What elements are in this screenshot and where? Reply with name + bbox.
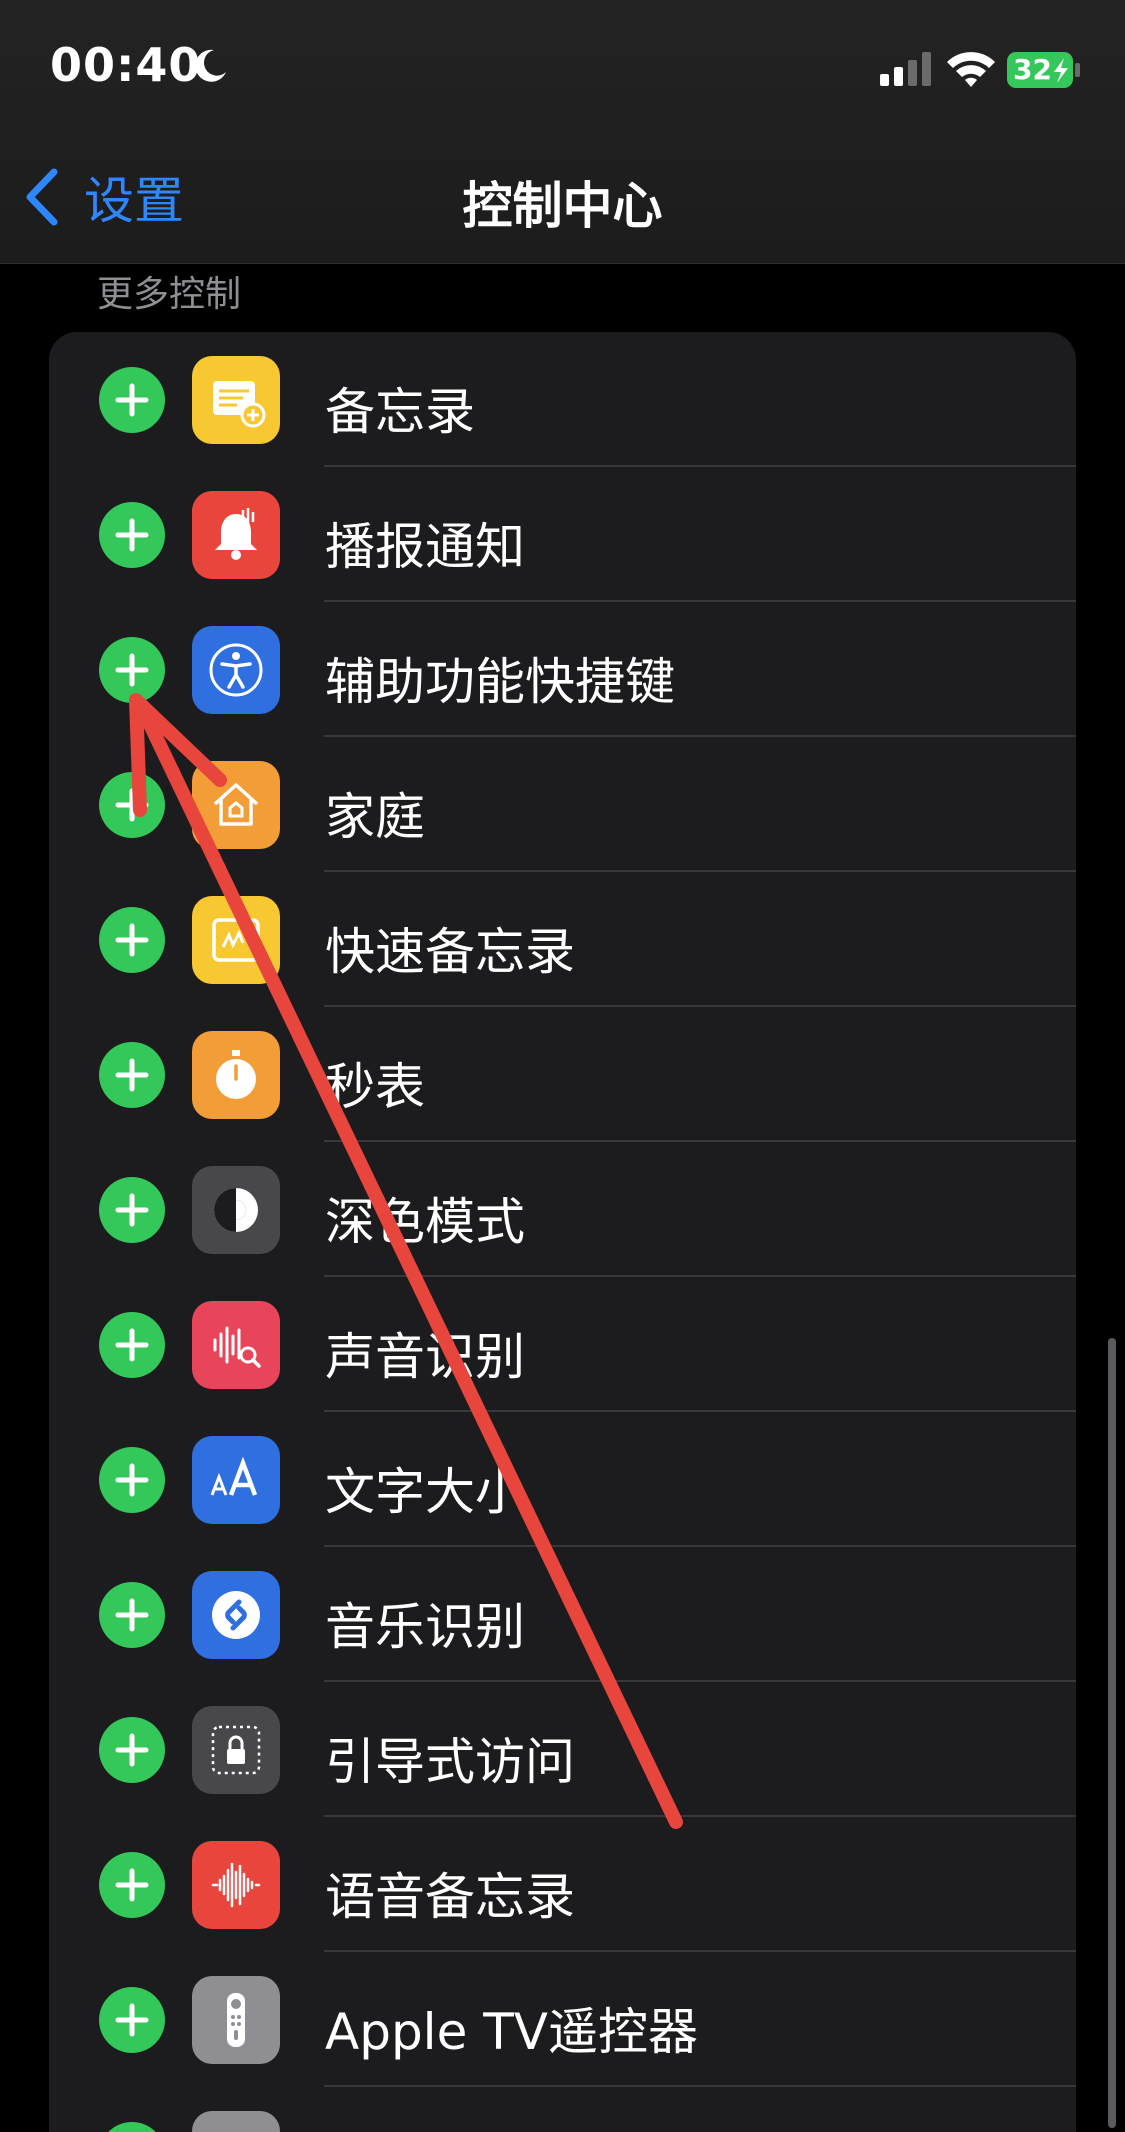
shazam-icon <box>192 1571 280 1659</box>
partial-app-icon <box>192 2111 280 2132</box>
list-item: 引导式访问 <box>49 1682 1076 1817</box>
plus-icon <box>115 1058 149 1092</box>
item-label: 快速备忘录 <box>325 923 575 981</box>
announce-notifications-icon <box>192 491 280 579</box>
add-button[interactable] <box>99 1312 165 1378</box>
list-item: 快速备忘录 <box>49 872 1076 1007</box>
cellular-signal-icon <box>880 52 931 86</box>
apple-tv-remote-icon <box>192 1976 280 2064</box>
scrollbar[interactable] <box>1108 1338 1116 2128</box>
add-button[interactable] <box>99 367 165 433</box>
guided-access-icon <box>192 1706 280 1794</box>
list-item <box>49 2087 1076 2132</box>
wifi-icon <box>947 52 995 87</box>
list-item: 音乐识别 <box>49 1547 1076 1682</box>
add-button[interactable] <box>99 772 165 838</box>
plus-icon <box>115 1598 149 1632</box>
accessibility-icon <box>192 626 280 714</box>
list-item: 声音识别 <box>49 1277 1076 1412</box>
quick-note-icon <box>192 896 280 984</box>
battery-level: 32 <box>1013 53 1052 86</box>
list-item: 辅助功能快捷键 <box>49 602 1076 737</box>
navigation-header: 00:40 32 设置 控制中心 <box>0 0 1125 264</box>
add-button[interactable] <box>99 1717 165 1783</box>
plus-icon <box>115 788 149 822</box>
item-label: 播报通知 <box>325 518 525 576</box>
item-label: 秒表 <box>325 1058 425 1116</box>
battery-charging-icon: 32 <box>1006 50 1082 90</box>
plus-icon <box>115 2003 149 2037</box>
list-item: Apple TV遥控器 <box>49 1952 1076 2087</box>
dark-mode-icon <box>192 1166 280 1254</box>
notes-icon <box>192 356 280 444</box>
plus-icon <box>115 1733 149 1767</box>
item-label: 声音识别 <box>325 1328 525 1386</box>
plus-icon <box>115 1868 149 1902</box>
status-time: 00:40 <box>50 38 202 92</box>
plus-icon <box>115 518 149 552</box>
item-label: 辅助功能快捷键 <box>325 653 675 711</box>
list-item: 家庭 <box>49 737 1076 872</box>
plus-icon <box>115 383 149 417</box>
voice-memos-icon <box>192 1841 280 1929</box>
add-button[interactable] <box>99 502 165 568</box>
add-button[interactable] <box>99 2122 165 2132</box>
item-label: Apple TV遥控器 <box>325 2003 698 2061</box>
plus-icon <box>115 923 149 957</box>
list-item: 播报通知 <box>49 467 1076 602</box>
plus-icon <box>115 1463 149 1497</box>
plus-icon <box>115 653 149 687</box>
text-size-icon <box>192 1436 280 1524</box>
item-label: 家庭 <box>325 788 425 846</box>
add-button[interactable] <box>99 1582 165 1648</box>
stopwatch-icon <box>192 1031 280 1119</box>
sound-recognition-icon <box>192 1301 280 1389</box>
add-button[interactable] <box>99 1447 165 1513</box>
plus-icon <box>115 1193 149 1227</box>
moon-icon <box>195 49 226 82</box>
list-item: 文字大小 <box>49 1412 1076 1547</box>
section-header: 更多控制 <box>97 274 242 315</box>
item-label: 文字大小 <box>325 1463 525 1521</box>
item-label: 备忘录 <box>325 383 475 441</box>
add-button[interactable] <box>99 1042 165 1108</box>
add-button[interactable] <box>99 1987 165 2053</box>
page-title: 控制中心 <box>462 177 663 235</box>
list-item: 深色模式 <box>49 1142 1076 1277</box>
add-button[interactable] <box>99 1177 165 1243</box>
add-button[interactable] <box>99 1852 165 1918</box>
item-label: 深色模式 <box>325 1193 525 1251</box>
add-button[interactable] <box>99 907 165 973</box>
plus-icon <box>115 1328 149 1362</box>
item-label: 语音备忘录 <box>325 1868 575 1926</box>
list-item: 语音备忘录 <box>49 1817 1076 1952</box>
list-item: 秒表 <box>49 1007 1076 1142</box>
home-icon <box>192 761 280 849</box>
item-label: 引导式访问 <box>325 1733 575 1791</box>
item-label: 音乐识别 <box>325 1598 525 1656</box>
more-controls-list: 备忘录 播报通知 辅助功能快捷键 家庭 快速备忘录 秒表 深色模式 声音识别 文… <box>49 332 1076 2132</box>
add-button[interactable] <box>99 637 165 703</box>
list-item: 备忘录 <box>49 332 1076 467</box>
